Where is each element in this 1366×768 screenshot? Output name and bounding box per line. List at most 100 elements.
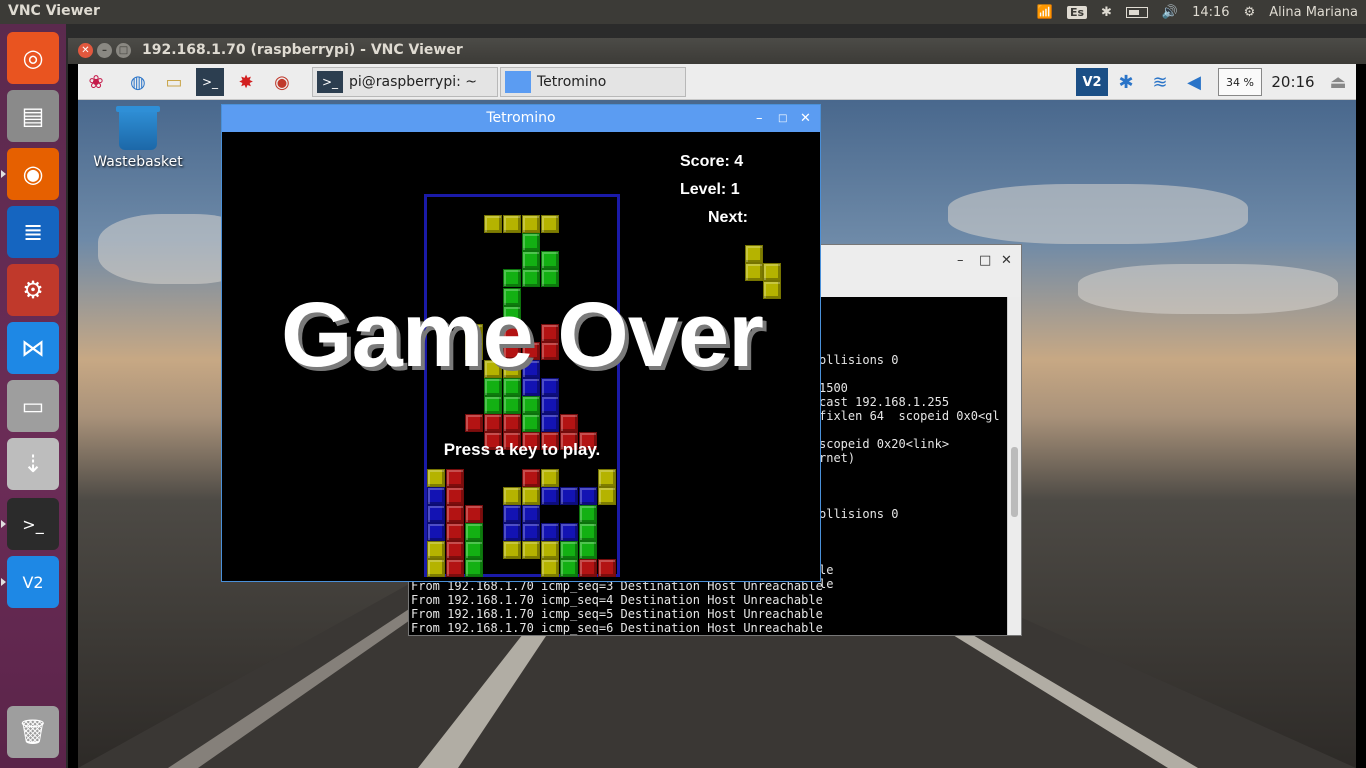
board-cell [598,559,616,577]
game-board[interactable] [427,197,617,577]
web-browser-icon[interactable]: ◍ [124,68,152,96]
taskbar-tetromino-label: Tetromino [537,74,607,90]
board-cell [560,414,578,433]
press-key-prompt: Press a key to play. [443,440,601,459]
vnc-window-title: 192.168.1.70 (raspberrypi) - VNC Viewer [142,42,463,58]
level-label: Level: 1 [680,181,740,198]
volume-icon[interactable]: 🔊 [1162,5,1178,20]
wastebasket-label: Wastebasket [93,154,183,170]
firefox-icon: ◉ [22,160,44,188]
board-cell [465,540,483,559]
minimize-icon[interactable]: – [957,253,964,268]
launcher-item-writer[interactable]: ≣ [7,206,59,258]
next-piece-cell [745,245,763,263]
launcher-item-vscode[interactable]: ⋈ [7,322,59,374]
close-icon[interactable]: ✕ [1001,253,1012,268]
taskbar-tetromino[interactable]: Tetromino [500,67,686,97]
maximize-icon[interactable]: □ [979,253,991,268]
document-icon: ≣ [22,218,44,246]
wastebasket-desktop-icon[interactable]: Wastebasket [88,106,188,170]
minimize-icon[interactable]: – [756,105,763,132]
mathematica-icon[interactable]: ✸ [232,68,260,96]
vnc-icon: V2 [22,572,44,592]
active-app-title: VNC Viewer [8,3,100,19]
board-cell [560,559,578,577]
board-cell [579,522,597,541]
bluetooth-icon[interactable]: ✱ [1112,68,1140,96]
board-cell [446,559,464,577]
board-cell [541,215,559,234]
board-cell [484,396,502,415]
board-cell [427,522,445,541]
board-cell [522,504,540,523]
wifi-icon[interactable]: ≋ [1146,68,1174,96]
usb-icon: ⇣ [22,450,44,478]
terminal-line: 1500 [819,381,848,395]
board-cell [560,486,578,505]
file-manager-icon[interactable]: ▭ [160,68,188,96]
maximize-icon[interactable]: □ [116,43,131,58]
file-cabinet-icon: ▤ [21,102,45,130]
board-cell [427,559,445,577]
minimize-icon[interactable]: – [97,43,112,58]
wrench-gear-icon: ⚙ [22,276,44,304]
close-icon[interactable]: ✕ [800,105,811,132]
board-cell [522,540,540,559]
pi-clock[interactable]: 20:16 [1268,68,1318,96]
window-icon [505,71,531,93]
launcher-item-usb-creator[interactable]: ⇣ [7,438,59,490]
running-indicator [1,520,6,528]
battery-icon[interactable] [1125,6,1148,18]
wolfram-icon[interactable]: ◉ [268,68,296,96]
board-cell [522,396,540,415]
launcher-item-system-settings[interactable]: ⚙ [7,264,59,316]
cpu-monitor[interactable]: 34 % [1218,68,1262,96]
terminal-ping-line: From 192.168.1.70 icmp_seq=6 Destination… [411,621,823,635]
ubuntu-logo-icon: ◎ [22,44,44,72]
vscode-icon: ⋈ [21,334,45,362]
raspberry-menu-icon[interactable]: ❀ [82,68,110,96]
trash-icon [116,106,160,150]
board-cell [446,540,464,559]
launcher-item-dash-home[interactable]: ◎ [7,32,59,84]
gear-icon[interactable]: ⚙ [1244,5,1256,20]
tetromino-titlebar[interactable]: Tetromino – □ ✕ [222,105,820,132]
launcher-item-trash[interactable]: 🗑 [7,706,59,758]
terminal-ping-line: From 192.168.1.70 icmp_seq=5 Destination… [411,607,823,621]
board-cell [446,522,464,541]
user-name[interactable]: Alina Mariana [1269,5,1358,20]
vnc-server-icon[interactable]: V2 [1076,68,1108,96]
board-cell [598,486,616,505]
wifi-icon[interactable]: 📶 [1037,5,1053,20]
launcher-item-firefox[interactable]: ◉ [1,148,59,200]
board-cell [560,522,578,541]
volume-icon[interactable]: ◀ [1180,68,1208,96]
tetromino-window[interactable]: Tetromino – □ ✕ Score: 4 Level: 1 Next: … [221,104,821,582]
keyboard-layout-indicator[interactable]: Es [1066,5,1088,19]
maximize-icon[interactable]: □ [778,105,787,132]
scroll-thumb[interactable] [1011,447,1018,517]
eject-icon[interactable]: ⏏ [1324,68,1352,96]
board-cell [522,486,540,505]
vnc-titlebar[interactable]: ✕ – □ 192.168.1.70 (raspberrypi) - VNC V… [68,38,1366,64]
board-cell [446,468,464,487]
taskbar-terminal[interactable]: >_ pi@raspberrypi: ~ [312,67,498,97]
running-indicator [1,170,6,178]
launcher-item-disks[interactable]: ▭ [7,380,59,432]
board-cell [579,504,597,523]
indicator-tray: 📶 Es ✱ 🔊 14:16 ⚙ Alina Mariana [1037,0,1358,24]
terminal-scrollbar[interactable] [1007,297,1021,635]
clock[interactable]: 14:16 [1192,5,1229,20]
board-cell [522,468,540,487]
board-cell [484,215,502,234]
launcher-item-vnc-viewer[interactable]: V2 [1,556,59,608]
board-cell [503,215,521,234]
bluetooth-icon[interactable]: ✱ [1101,5,1112,20]
board-cell [503,540,521,559]
launcher-item-files[interactable]: ▤ [7,90,59,142]
board-cell [503,504,521,523]
launcher-item-terminal[interactable]: >_ [1,498,59,550]
score-label: Score: 4 [680,153,744,170]
close-icon[interactable]: ✕ [78,43,93,58]
terminal-icon[interactable]: >_ [196,68,224,96]
